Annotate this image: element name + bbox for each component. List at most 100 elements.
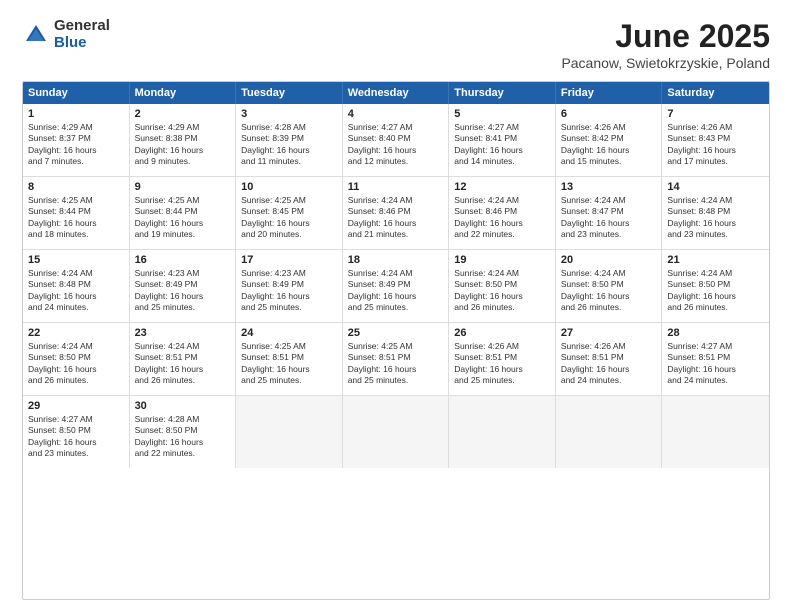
- day-number: 29: [28, 400, 124, 412]
- table-row: 29Sunrise: 4:27 AMSunset: 8:50 PMDayligh…: [23, 396, 130, 468]
- day-number: 2: [135, 108, 231, 120]
- cell-content: and 25 minutes.: [348, 375, 444, 386]
- cell-content: and 15 minutes.: [561, 156, 657, 167]
- cell-content: Sunrise: 4:24 AM: [561, 268, 657, 279]
- cell-content: Daylight: 16 hours: [28, 218, 124, 229]
- cell-content: Sunset: 8:50 PM: [667, 279, 764, 290]
- cell-content: Sunset: 8:42 PM: [561, 133, 657, 144]
- header: General Blue June 2025 Pacanow, Swietokr…: [22, 18, 770, 71]
- cell-content: Sunrise: 4:25 AM: [135, 195, 231, 206]
- cell-content: Daylight: 16 hours: [667, 218, 764, 229]
- cell-content: and 9 minutes.: [135, 156, 231, 167]
- table-row: 23Sunrise: 4:24 AMSunset: 8:51 PMDayligh…: [130, 323, 237, 395]
- day-number: 23: [135, 327, 231, 339]
- day-number: 13: [561, 181, 657, 193]
- cell-content: Daylight: 16 hours: [454, 218, 550, 229]
- cell-content: Sunrise: 4:28 AM: [241, 122, 337, 133]
- calendar-header: Sunday Monday Tuesday Wednesday Thursday…: [23, 82, 769, 104]
- cell-content: Daylight: 16 hours: [454, 145, 550, 156]
- cell-content: Sunset: 8:44 PM: [135, 206, 231, 217]
- cell-content: Sunset: 8:45 PM: [241, 206, 337, 217]
- cell-content: Sunrise: 4:25 AM: [348, 341, 444, 352]
- table-row: 25Sunrise: 4:25 AMSunset: 8:51 PMDayligh…: [343, 323, 450, 395]
- cell-content: and 25 minutes.: [241, 302, 337, 313]
- table-row: 17Sunrise: 4:23 AMSunset: 8:49 PMDayligh…: [236, 250, 343, 322]
- cell-content: Sunrise: 4:29 AM: [135, 122, 231, 133]
- cell-content: Sunset: 8:51 PM: [561, 352, 657, 363]
- cell-content: Daylight: 16 hours: [348, 218, 444, 229]
- cell-content: and 14 minutes.: [454, 156, 550, 167]
- logo-general-text: General: [54, 18, 110, 35]
- cell-content: and 24 minutes.: [28, 302, 124, 313]
- header-monday: Monday: [130, 82, 237, 104]
- cell-content: Sunrise: 4:24 AM: [454, 268, 550, 279]
- cell-content: and 26 minutes.: [28, 375, 124, 386]
- cell-content: Sunrise: 4:24 AM: [348, 268, 444, 279]
- cell-content: and 25 minutes.: [241, 375, 337, 386]
- day-number: 3: [241, 108, 337, 120]
- table-row: [449, 396, 556, 468]
- cell-content: Sunset: 8:43 PM: [667, 133, 764, 144]
- day-number: 22: [28, 327, 124, 339]
- cell-content: and 24 minutes.: [561, 375, 657, 386]
- cell-content: and 22 minutes.: [135, 448, 231, 459]
- cell-content: Sunset: 8:49 PM: [348, 279, 444, 290]
- cell-content: and 12 minutes.: [348, 156, 444, 167]
- cell-content: Sunrise: 4:26 AM: [667, 122, 764, 133]
- table-row: [662, 396, 769, 468]
- cell-content: Daylight: 16 hours: [667, 364, 764, 375]
- header-thursday: Thursday: [449, 82, 556, 104]
- cell-content: and 26 minutes.: [667, 302, 764, 313]
- header-friday: Friday: [556, 82, 663, 104]
- table-row: 21Sunrise: 4:24 AMSunset: 8:50 PMDayligh…: [662, 250, 769, 322]
- table-row: 2Sunrise: 4:29 AMSunset: 8:38 PMDaylight…: [130, 104, 237, 176]
- cell-content: and 25 minutes.: [348, 302, 444, 313]
- cell-content: Sunrise: 4:25 AM: [28, 195, 124, 206]
- cell-content: Daylight: 16 hours: [348, 145, 444, 156]
- cell-content: and 24 minutes.: [667, 375, 764, 386]
- cell-content: Sunset: 8:50 PM: [28, 425, 124, 436]
- cell-content: Daylight: 16 hours: [348, 364, 444, 375]
- cell-content: and 11 minutes.: [241, 156, 337, 167]
- cell-content: and 23 minutes.: [561, 229, 657, 240]
- day-number: 18: [348, 254, 444, 266]
- cell-content: and 18 minutes.: [28, 229, 124, 240]
- day-number: 1: [28, 108, 124, 120]
- table-row: 28Sunrise: 4:27 AMSunset: 8:51 PMDayligh…: [662, 323, 769, 395]
- cell-content: Daylight: 16 hours: [28, 291, 124, 302]
- day-number: 19: [454, 254, 550, 266]
- table-row: 16Sunrise: 4:23 AMSunset: 8:49 PMDayligh…: [130, 250, 237, 322]
- table-row: 1Sunrise: 4:29 AMSunset: 8:37 PMDaylight…: [23, 104, 130, 176]
- day-number: 10: [241, 181, 337, 193]
- calendar-row-1: 1Sunrise: 4:29 AMSunset: 8:37 PMDaylight…: [23, 104, 769, 176]
- cell-content: Sunrise: 4:26 AM: [561, 341, 657, 352]
- cell-content: Sunset: 8:41 PM: [454, 133, 550, 144]
- cell-content: Sunset: 8:47 PM: [561, 206, 657, 217]
- cell-content: Sunset: 8:39 PM: [241, 133, 337, 144]
- cell-content: Sunset: 8:40 PM: [348, 133, 444, 144]
- cell-content: Sunset: 8:49 PM: [241, 279, 337, 290]
- cell-content: Sunset: 8:51 PM: [135, 352, 231, 363]
- cell-content: Daylight: 16 hours: [561, 218, 657, 229]
- day-number: 12: [454, 181, 550, 193]
- cell-content: Daylight: 16 hours: [28, 437, 124, 448]
- header-sunday: Sunday: [23, 82, 130, 104]
- day-number: 17: [241, 254, 337, 266]
- cell-content: Daylight: 16 hours: [561, 291, 657, 302]
- cell-content: and 26 minutes.: [561, 302, 657, 313]
- cell-content: Sunrise: 4:23 AM: [135, 268, 231, 279]
- cell-content: Sunrise: 4:25 AM: [241, 195, 337, 206]
- day-number: 5: [454, 108, 550, 120]
- cell-content: Sunset: 8:50 PM: [135, 425, 231, 436]
- calendar-row-4: 22Sunrise: 4:24 AMSunset: 8:50 PMDayligh…: [23, 322, 769, 395]
- cell-content: Sunset: 8:46 PM: [348, 206, 444, 217]
- cell-content: Daylight: 16 hours: [28, 145, 124, 156]
- calendar-row-5: 29Sunrise: 4:27 AMSunset: 8:50 PMDayligh…: [23, 395, 769, 468]
- cell-content: Sunset: 8:50 PM: [561, 279, 657, 290]
- table-row: 19Sunrise: 4:24 AMSunset: 8:50 PMDayligh…: [449, 250, 556, 322]
- cell-content: Sunset: 8:51 PM: [454, 352, 550, 363]
- table-row: 15Sunrise: 4:24 AMSunset: 8:48 PMDayligh…: [23, 250, 130, 322]
- cell-content: Daylight: 16 hours: [454, 364, 550, 375]
- cell-content: Sunrise: 4:29 AM: [28, 122, 124, 133]
- cell-content: Sunset: 8:38 PM: [135, 133, 231, 144]
